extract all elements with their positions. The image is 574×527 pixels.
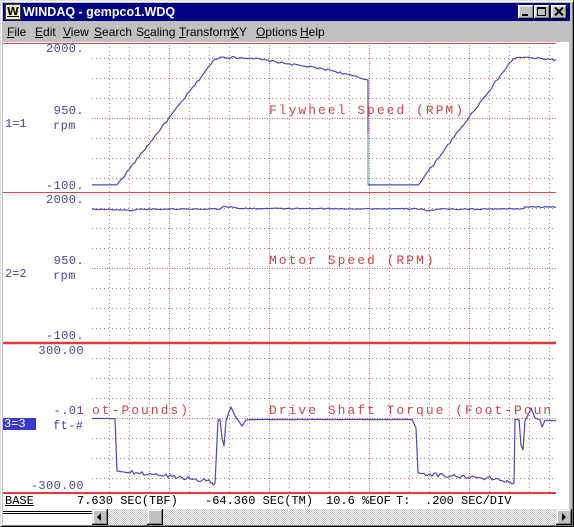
channel-3-title: Drive Shaft Torque (Foot-Poun: [269, 404, 554, 418]
channel-3-unit-label: ft-#: [53, 419, 84, 433]
channel-3-top-label: 300.00: [38, 344, 84, 358]
channel-1-title: Flywheel Speed (RPM): [269, 104, 466, 118]
channel-2-unit-label: rpm: [53, 269, 76, 283]
channel-2-bottom-label: -100.: [45, 329, 84, 343]
channel-3-selector-active[interactable]: 3=3: [3, 418, 36, 430]
flywheel-speed-rpm-trace: [368, 56, 557, 186]
drive-shaft-torque-foot-pounds-trace: [92, 406, 557, 486]
status-time-marker: -64.360 SEC(TM): [205, 494, 314, 508]
channel-1-mid-label: 950.: [53, 104, 84, 118]
channel-1-selector[interactable]: 1=1: [5, 117, 27, 131]
motor-speed-rpm-trace: [91, 205, 557, 212]
status-base-label: BASE: [5, 494, 34, 508]
channel-2-top-label: 2000.: [45, 193, 84, 207]
status-sec-per-div: .200 SEC/DIV: [425, 494, 512, 508]
channel-3-title-wrapped: ot-Pounds): [92, 404, 191, 418]
channel-1-bottom-label: -100.: [45, 179, 84, 193]
status-t-label: T:: [396, 494, 411, 508]
status-end-of-file-percent: 10.6 %EOF: [326, 494, 391, 508]
channel-3-mid-label: -.01: [53, 404, 84, 418]
channel-2-selector[interactable]: 2=2: [5, 267, 27, 281]
channel-1-unit-label: rpm: [53, 119, 76, 133]
status-time-before-file: 7.630 SEC(TBF): [77, 494, 178, 508]
channel-3-bottom-label: -300.00: [30, 479, 84, 493]
channel-2-title: Motor Speed (RPM): [269, 254, 436, 268]
channel-1-top-label: 2000.: [45, 42, 84, 56]
channel-2-mid-label: 950.: [53, 254, 84, 268]
